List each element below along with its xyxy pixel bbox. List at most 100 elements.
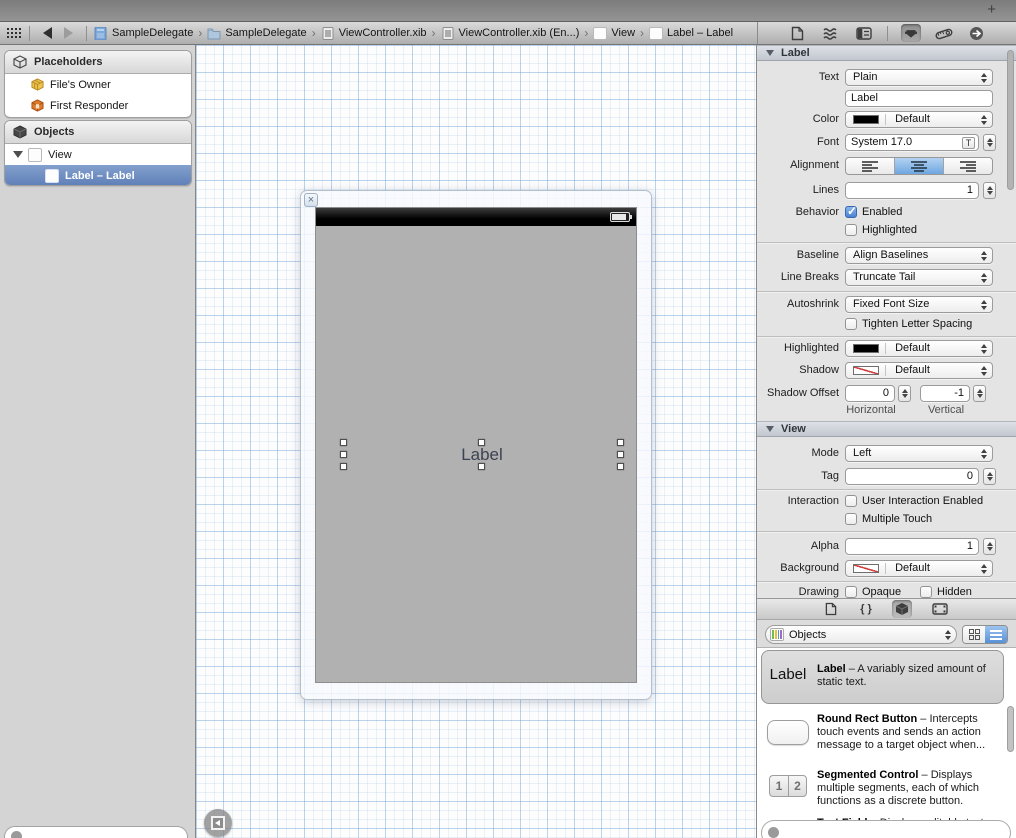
alpha-field[interactable]: 1 (845, 538, 979, 555)
library-panel: { } Objects (757, 598, 1016, 838)
shadow-vertical-stepper[interactable] (973, 385, 986, 402)
disclosure-triangle-icon[interactable] (766, 426, 774, 432)
resize-handle[interactable] (340, 451, 347, 458)
files-owner-row[interactable]: File's Owner (5, 74, 191, 95)
add-button[interactable]: + (987, 1, 996, 18)
identity-inspector-icon[interactable] (854, 24, 874, 42)
resize-handle[interactable] (478, 463, 485, 470)
breadcrumb-file[interactable]: ViewController.xib (321, 27, 427, 40)
utilities-panel: Label Text Plain Label Color Default Fon… (756, 45, 1016, 838)
placeholders-header[interactable]: Placeholders (5, 51, 191, 74)
library-item-label[interactable]: Label Label – A variably sized amount of… (757, 650, 1016, 706)
attributes-inspector-icon[interactable] (901, 24, 921, 42)
grid-view-button[interactable] (963, 626, 985, 643)
breadcrumb-project[interactable]: SampleDelegate (94, 27, 193, 40)
breadcrumb-group[interactable]: SampleDelegate (207, 27, 306, 40)
resize-handle[interactable] (340, 439, 347, 446)
shadow-horizontal-field[interactable]: 0 (845, 385, 895, 402)
forward-button[interactable] (64, 27, 73, 39)
align-right-button[interactable] (944, 158, 992, 174)
checkbox-icon[interactable] (845, 318, 857, 330)
media-library-icon[interactable] (929, 600, 951, 618)
file-inspector-icon[interactable] (788, 24, 808, 42)
checkbox-icon[interactable] (845, 513, 857, 525)
resize-handle[interactable] (478, 439, 485, 446)
first-responder-row[interactable]: First Responder (5, 95, 191, 116)
file-template-library-icon[interactable] (822, 600, 840, 618)
interaction-row: Interaction User Interaction Enabled (757, 494, 1016, 508)
disclosure-triangle-icon[interactable] (13, 151, 23, 158)
label-text-field[interactable]: Label (845, 90, 993, 107)
text-type-popup[interactable]: Plain (845, 69, 993, 86)
baseline-popup[interactable]: Align Baselines (845, 247, 993, 264)
inspector-scrollbar[interactable] (1007, 50, 1014, 190)
quick-help-inspector-icon[interactable] (821, 24, 841, 42)
user-interaction-checkbox[interactable]: User Interaction Enabled (845, 494, 983, 508)
code-snippet-library-icon[interactable]: { } (857, 600, 875, 618)
library-item-segmented-control[interactable]: 12 Segmented Control – Displays multiple… (757, 762, 1016, 814)
multiple-touch-checkbox[interactable]: Multiple Touch (845, 512, 932, 526)
enabled-checkbox[interactable]: ✓ Enabled (845, 205, 902, 219)
xib-file-icon (441, 27, 455, 40)
outline-label-row[interactable]: Label – Label (5, 165, 191, 186)
font-field[interactable]: System 17.0 T (845, 134, 979, 151)
background-popup[interactable]: Default (845, 560, 993, 577)
list-view-button[interactable] (985, 626, 1007, 643)
font-stepper[interactable] (983, 134, 996, 151)
object-library-icon[interactable] (892, 600, 912, 618)
shadow-vertical-field[interactable]: -1 (920, 385, 970, 402)
back-button[interactable] (43, 27, 52, 39)
resize-handle[interactable] (617, 439, 624, 446)
breadcrumb-file-locale[interactable]: ViewController.xib (En...) (441, 27, 580, 40)
breadcrumb-label[interactable]: Label – Label (649, 27, 733, 40)
lines-field[interactable]: 1 (845, 182, 979, 199)
checkbox-icon[interactable] (845, 495, 857, 507)
lines-stepper[interactable] (983, 182, 996, 199)
outline-toggle-button[interactable] (204, 809, 232, 837)
font-picker-icon[interactable]: T (962, 137, 975, 149)
checkbox-icon[interactable] (845, 224, 857, 236)
mode-popup[interactable]: Left (845, 445, 993, 462)
line-breaks-popup[interactable]: Truncate Tail (845, 269, 993, 286)
related-items-icon[interactable] (7, 28, 22, 39)
shadow-offset-captions: Horizontal Vertical (757, 404, 1016, 416)
library-item-round-rect-button[interactable]: Round Rect Button – Intercepts touch eve… (757, 706, 1016, 762)
alpha-stepper[interactable] (983, 538, 996, 555)
align-center-button[interactable] (895, 158, 944, 174)
view-section-header[interactable]: View (757, 421, 1016, 437)
outline-view-row[interactable]: View (5, 144, 191, 165)
autoshrink-popup[interactable]: Fixed Font Size (845, 296, 993, 313)
resize-handle[interactable] (617, 451, 624, 458)
resize-handle[interactable] (340, 463, 347, 470)
selected-label-control[interactable]: Label (344, 443, 620, 467)
shadow-horizontal-stepper[interactable] (898, 385, 911, 402)
connections-inspector-icon[interactable] (967, 24, 987, 42)
highlighted-checkbox[interactable]: Highlighted (845, 223, 917, 237)
label-text[interactable]: Label (344, 445, 620, 465)
library-scope-popup[interactable]: Objects (765, 625, 957, 644)
highlighted-color-popup[interactable]: Default (845, 340, 993, 357)
size-inspector-icon[interactable] (934, 24, 954, 42)
checkbox-checked-icon[interactable]: ✓ (845, 206, 857, 218)
checkbox-icon[interactable] (845, 586, 857, 598)
shadow-color-popup[interactable]: Default (845, 362, 993, 379)
checkbox-icon[interactable] (920, 586, 932, 598)
tag-stepper[interactable] (983, 468, 996, 485)
disclosure-triangle-icon[interactable] (766, 50, 774, 56)
tighten-checkbox[interactable]: Tighten Letter Spacing (845, 317, 972, 331)
segmented-preview: 12 (765, 775, 811, 797)
resize-handle[interactable] (617, 463, 624, 470)
library-scrollbar[interactable] (1007, 706, 1014, 752)
color-popup[interactable]: Default (845, 111, 993, 128)
align-left-button[interactable] (846, 158, 895, 174)
objects-header[interactable]: Objects (5, 121, 191, 144)
library-filter-field[interactable] (761, 820, 1011, 838)
outline-filter-field[interactable] (4, 826, 188, 838)
tag-field[interactable]: 0 (845, 468, 979, 485)
label-section-header[interactable]: Label (757, 45, 1016, 61)
close-icon[interactable]: × (304, 193, 318, 207)
hidden-checkbox[interactable]: Hidden (920, 585, 972, 599)
opaque-checkbox[interactable]: Opaque (845, 585, 901, 599)
ib-canvas[interactable]: × Label (196, 45, 756, 838)
breadcrumb-view[interactable]: View (593, 27, 635, 40)
